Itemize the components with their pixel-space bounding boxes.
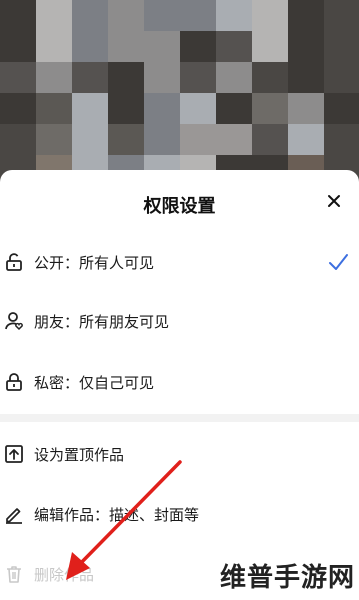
mosaic-tile [288,124,324,155]
close-button[interactable] [323,190,345,212]
mosaic-tile [0,62,36,93]
edit-work-label: 编辑作品：描述、封面等 [34,506,200,524]
mosaic-tile [0,31,36,62]
mosaic-tile [0,0,36,31]
pin-to-top-action[interactable]: 设为置顶作品 [0,434,359,478]
mosaic-tile [180,93,216,124]
section-divider [0,414,359,422]
mosaic-tile [216,124,252,155]
mosaic-tile [144,31,180,62]
mosaic-tile [36,124,72,155]
mosaic-tile [72,62,108,93]
close-icon [328,195,340,207]
mosaic-tile [180,0,216,31]
mosaic-tile [180,62,216,93]
mosaic-tile [108,124,144,155]
delete-work-label: 删除作品 [34,566,95,584]
option-private[interactable]: 私密：仅自己可见 [0,362,359,406]
blurred-video-background [0,0,359,182]
mosaic-tile [252,0,288,31]
watermark-text: 维普手游网 [219,563,355,593]
mosaic-tile [180,124,216,155]
mosaic-tile [144,62,180,93]
option-public-label: 公开：所有人可见 [34,254,155,272]
mosaic-tile [108,62,144,93]
option-private-label: 私密：仅自己可见 [34,374,155,392]
mosaic-tile [180,31,216,62]
mosaic-tile [0,93,36,124]
mosaic-tile [144,0,180,31]
pin-top-icon [5,445,23,463]
mosaic-tile [252,124,288,155]
mosaic-tile [72,124,108,155]
mosaic-tile [288,62,324,93]
mosaic-tile [324,31,359,62]
mosaic-tile [144,93,180,124]
mosaic-tile [36,93,72,124]
mosaic-tile [108,31,144,62]
mosaic-tile [216,31,252,62]
option-public[interactable]: 公开：所有人可见 [0,242,359,286]
edit-icon [6,508,22,524]
friends-icon [5,312,23,331]
mosaic-tile [252,31,288,62]
mosaic-tile [72,93,108,124]
mosaic-tile [216,93,252,124]
permission-settings-sheet: 权限设置 公开：所有人可见 朋友：所有朋友可见 私密：仅自己可见 设为置顶作品 … [0,170,359,600]
edit-work-action[interactable]: 编辑作品：描述、封面等 [0,494,359,538]
mosaic-tile [252,93,288,124]
mosaic-tile [288,0,324,31]
mosaic-tile [324,93,359,124]
mosaic-tile [144,124,180,155]
mosaic-tile [216,62,252,93]
mosaic-tile [72,0,108,31]
option-friends[interactable]: 朋友：所有朋友可见 [0,301,359,345]
mosaic-tile [108,93,144,124]
mosaic-tile [324,62,359,93]
mosaic-tile [252,62,288,93]
mosaic-tile [216,0,252,31]
mosaic-tile [324,124,359,155]
mosaic-tile [288,31,324,62]
lock-icon [6,373,22,391]
mosaic-tile [72,31,108,62]
sheet-title: 权限设置 [143,196,216,217]
mosaic-tile [288,93,324,124]
mosaic-tile [0,124,36,155]
mosaic-tile [36,31,72,62]
lock-open-icon [6,253,22,271]
checkmark-icon [329,254,348,270]
trash-icon [7,566,21,583]
pin-to-top-label: 设为置顶作品 [34,446,125,464]
mosaic-tile [36,62,72,93]
option-friends-label: 朋友：所有朋友可见 [34,313,170,331]
mosaic-tile [36,0,72,31]
mosaic-tile [108,0,144,31]
mosaic-tile [324,0,359,31]
